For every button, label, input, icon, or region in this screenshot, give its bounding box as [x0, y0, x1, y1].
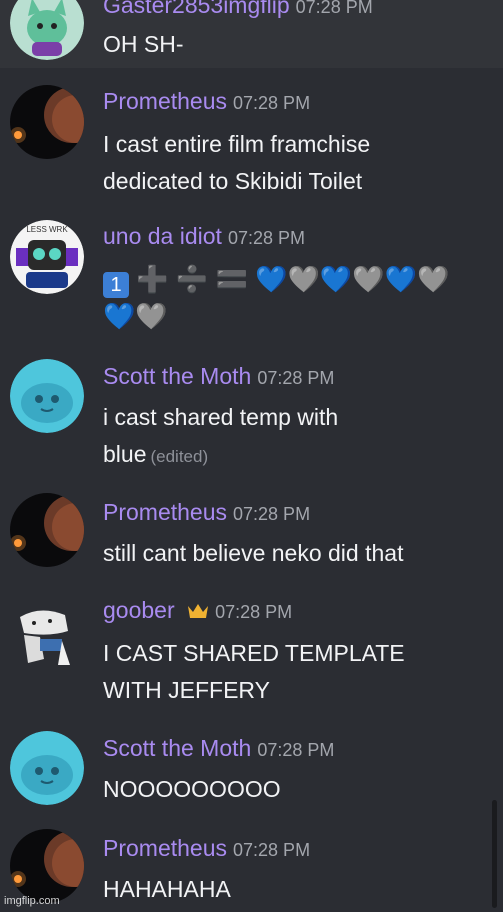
- blue-heart-emoji: 💙: [319, 264, 353, 294]
- timestamp: 07:28 PM: [295, 0, 373, 17]
- message-line: I cast entire film framchise: [103, 131, 371, 157]
- timestamp: 07:28 PM: [233, 840, 311, 860]
- scrollbar[interactable]: [492, 800, 497, 908]
- crown-icon: [187, 602, 209, 625]
- message-item: Prometheus 07:28 PM still cant believe ne…: [0, 479, 503, 579]
- message-content: NOOOOOOOOO: [103, 771, 493, 808]
- svg-text:LESS WRK: LESS WRK: [26, 225, 68, 234]
- user-avatar[interactable]: LESS WRK: [10, 220, 84, 294]
- timestamp: 07:28 PM: [233, 93, 311, 113]
- blue-heart-emoji: 💙: [384, 264, 417, 294]
- planet-avatar-icon: [10, 493, 84, 567]
- message-item: Prometheus 07:28 PM I cast entire film fr…: [0, 68, 503, 203]
- emoji-line: 1 ➕ ➗ 🟰 💙🩶💙🩶💙🩶: [103, 261, 493, 298]
- message-content: I cast entire film framchise dedicated t…: [103, 126, 493, 200]
- message-item: Prometheus 07:28 PM HAHAHAHA: [0, 815, 503, 912]
- username[interactable]: Scott the Moth: [103, 363, 251, 389]
- sketch-avatar-icon: [10, 597, 84, 671]
- message-content: HAHAHAHA: [103, 871, 493, 908]
- message-item: LESS WRK uno da idiot 07:28 PM 1 ➕ ➗ 🟰 💙🩶…: [0, 203, 503, 343]
- blue-heart-emoji: 💙: [103, 301, 136, 331]
- timestamp: 07:28 PM: [227, 228, 305, 248]
- message-item: goober 07:28 PM I CAST SHARED TEMPLATE W…: [0, 579, 503, 715]
- message-line: HAHAHAHA: [103, 876, 231, 902]
- edited-label: (edited): [150, 447, 209, 466]
- divide-emoji: ➗: [175, 264, 209, 294]
- message-line: i cast shared temp with: [103, 404, 339, 430]
- username[interactable]: Prometheus: [103, 499, 227, 525]
- message-line: still cant believe neko did that: [103, 540, 404, 566]
- user-avatar[interactable]: [10, 359, 84, 433]
- message-header: Prometheus 07:28 PM: [103, 835, 310, 862]
- message-header: Gaster2853imgflip 07:28 PM: [103, 0, 373, 19]
- message-line: I CAST SHARED TEMPLATE: [103, 640, 405, 666]
- message-content: I CAST SHARED TEMPLATE WITH JEFFERY: [103, 635, 493, 709]
- emoji-line: 💙🩶: [103, 298, 493, 335]
- message-text: blue: [103, 441, 147, 467]
- message-content: still cant believe neko did that: [103, 535, 493, 572]
- username[interactable]: Scott the Moth: [103, 735, 251, 761]
- grey-heart-emoji: 🩶: [416, 264, 450, 294]
- message-line: dedicated to Skibidi Toilet: [103, 168, 363, 194]
- plus-emoji: ➕: [136, 264, 169, 294]
- message-line: WITH JEFFERY: [103, 677, 270, 703]
- message-header: Prometheus 07:28 PM: [103, 499, 310, 526]
- username[interactable]: Prometheus: [103, 88, 227, 114]
- user-avatar[interactable]: [10, 731, 84, 805]
- message-header: uno da idiot 07:28 PM: [103, 223, 305, 250]
- message-header: goober 07:28 PM: [103, 597, 292, 625]
- user-avatar[interactable]: [10, 493, 84, 567]
- robot-avatar-icon: LESS WRK: [10, 220, 84, 294]
- message-header: Scott the Moth 07:28 PM: [103, 735, 334, 762]
- planet-avatar-icon: [10, 829, 84, 903]
- username[interactable]: uno da idiot: [103, 223, 222, 249]
- grey-heart-emoji: 🩶: [287, 264, 320, 294]
- message-content: OH SH-: [103, 26, 493, 63]
- username[interactable]: goober: [103, 597, 175, 623]
- message-line: blue (edited): [103, 436, 493, 475]
- message-header: Scott the Moth 07:28 PM: [103, 363, 334, 390]
- grey-heart-emoji: 🩶: [352, 264, 385, 294]
- user-avatar[interactable]: [10, 829, 84, 903]
- message-content: 1 ➕ ➗ 🟰 💙🩶💙🩶💙🩶 💙🩶: [103, 261, 493, 335]
- timestamp: 07:28 PM: [215, 602, 293, 622]
- blue-heart-emoji: 💙: [255, 264, 288, 294]
- timestamp: 07:28 PM: [257, 368, 335, 388]
- chat-message-list[interactable]: Gaster2853imgflip 07:28 PM OH SH- Prometh…: [0, 0, 503, 912]
- blue-blob-avatar-icon: [10, 359, 84, 433]
- message-line: NOOOOOOOOO: [103, 776, 281, 802]
- equals-emoji: 🟰: [215, 264, 248, 294]
- user-avatar[interactable]: [10, 0, 84, 60]
- message-line: OH SH-: [103, 31, 184, 57]
- username[interactable]: Gaster2853imgflip: [103, 0, 290, 18]
- message-content: i cast shared temp with blue (edited): [103, 399, 493, 475]
- message-item: Scott the Moth 07:28 PM i cast shared tem…: [0, 343, 503, 479]
- grey-heart-emoji: 🩶: [135, 301, 168, 331]
- message-header: Prometheus 07:28 PM: [103, 88, 310, 115]
- message-item: Scott the Moth 07:28 PM NOOOOOOOOO: [0, 715, 503, 815]
- user-avatar[interactable]: [10, 597, 84, 671]
- green-cat-avatar-icon: [10, 0, 84, 60]
- keycap-one-emoji: 1: [103, 272, 129, 298]
- planet-avatar-icon: [10, 85, 84, 159]
- username[interactable]: Prometheus: [103, 835, 227, 861]
- blue-blob-avatar-icon: [10, 731, 84, 805]
- timestamp: 07:28 PM: [233, 504, 311, 524]
- timestamp: 07:28 PM: [257, 740, 335, 760]
- message-item: Gaster2853imgflip 07:28 PM OH SH-: [0, 0, 503, 68]
- watermark: imgflip.com: [4, 895, 60, 907]
- user-avatar[interactable]: [10, 85, 84, 159]
